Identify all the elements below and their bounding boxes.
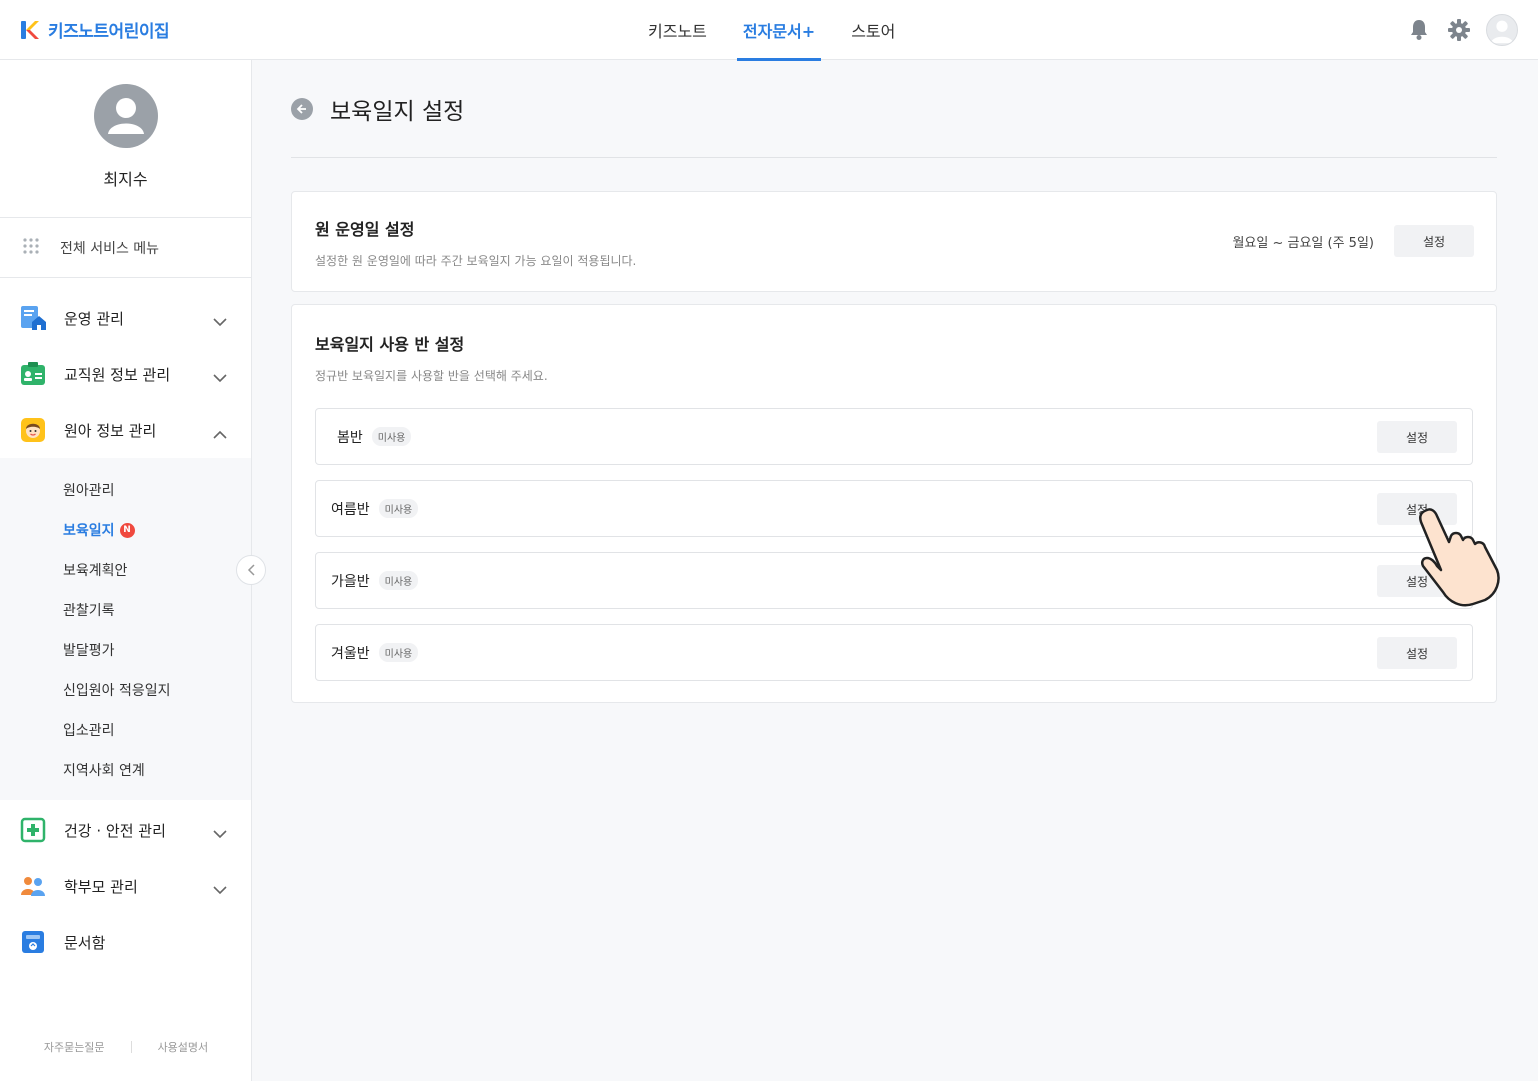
chevron-down-icon [213, 880, 227, 899]
menu-document-box[interactable]: 문서함 [0, 914, 251, 970]
submenu-child-management[interactable]: 원아관리 [0, 470, 251, 510]
grid-dots-icon [22, 237, 40, 259]
class-setting-button[interactable]: 설정 [1377, 637, 1457, 669]
operating-days-setting: 월요일 ~ 금요일 (주 5일) 설정 [1232, 225, 1474, 257]
class-row: 봄반 미사용 설정 [315, 408, 1473, 465]
status-badge: 미사용 [371, 427, 412, 446]
faq-link[interactable]: 자주묻는질문 [44, 1039, 105, 1055]
card-title: 보육일지 사용 반 설정 [315, 335, 465, 354]
class-setting-button[interactable]: 설정 [1377, 565, 1457, 597]
class-setting-button[interactable]: 설정 [1377, 493, 1457, 525]
profile-section: 최지수 [0, 60, 251, 218]
class-row: 겨울반 미사용 설정 [315, 624, 1473, 681]
manual-link[interactable]: 사용설명서 [158, 1039, 209, 1055]
operating-days-card: 원 운영일 설정 설정한 원 운영일에 따라 주간 보육일지 가능 요일이 적용… [291, 191, 1497, 292]
submenu-development[interactable]: 발달평가 [0, 630, 251, 670]
main-content: 보육일지 설정 원 운영일 설정 설정한 원 운영일에 따라 주간 보육일지 가… [291, 60, 1497, 703]
operating-days-setting-button[interactable]: 설정 [1394, 225, 1474, 257]
class-row: 여름반 미사용 설정 [315, 480, 1473, 537]
class-name: 여름반 [331, 501, 370, 518]
class-list: 봄반 미사용 설정 여름반 미사용 설정 가을반 미사용 설정 겨울반 미사용 … [315, 408, 1473, 681]
card-description: 정규반 보육일지를 사용할 반을 선택해 주세요. [315, 369, 548, 383]
child-face-icon [20, 417, 46, 443]
chevron-down-icon [213, 368, 227, 387]
operating-days-value: 월요일 ~ 금요일 (주 5일) [1232, 235, 1374, 251]
class-setting-button[interactable]: 설정 [1377, 421, 1457, 453]
status-badge: 미사용 [378, 499, 419, 518]
document-home-icon [20, 305, 46, 331]
menu-label: 학부모 관리 [64, 877, 138, 896]
chevron-down-icon [213, 824, 227, 843]
status-badge: 미사용 [378, 643, 419, 662]
submenu-community[interactable]: 지역사회 연계 [0, 750, 251, 790]
profile-name: 최지수 [103, 170, 148, 189]
header-icons [1406, 14, 1518, 46]
profile-avatar [93, 84, 158, 148]
class-name: 봄반 [337, 429, 363, 446]
submenu-observation[interactable]: 관찰기록 [0, 590, 251, 630]
footer-divider [130, 1041, 132, 1053]
menu-parents[interactable]: 학부모 관리 [0, 858, 251, 914]
back-arrow-icon[interactable] [291, 97, 313, 120]
menu-label: 교직원 정보 관리 [64, 365, 171, 384]
sidebar-menu-bottom: 건강 · 안전 관리 학부모 관리 문서함 [0, 800, 251, 970]
menu-child-info[interactable]: 원아 정보 관리 [0, 402, 251, 458]
class-name: 가을반 [331, 573, 370, 590]
id-card-icon [20, 361, 46, 387]
class-setting-card: 보육일지 사용 반 설정 정규반 보육일지를 사용할 반을 선택해 주세요. 봄… [291, 304, 1497, 703]
sidebar-footer: 자주묻는질문 사용설명서 [0, 1039, 252, 1055]
logo-text: 키즈노트어린이집 [48, 22, 170, 42]
logo[interactable]: 키즈노트어린이집 [20, 17, 170, 42]
nav-store[interactable]: 스토어 [833, 0, 913, 60]
child-info-submenu: 원아관리 보육일지 N 보육계획안 관찰기록 발달평가 신입원아 적응일지 입소… [0, 458, 251, 800]
menu-label: 원아 정보 관리 [64, 421, 157, 440]
document-box-icon [20, 929, 46, 955]
all-services-label: 전체 서비스 메뉴 [60, 240, 160, 257]
new-badge: N [119, 522, 135, 538]
menu-health-safety[interactable]: 건강 · 안전 관리 [0, 802, 251, 858]
page-title: 보육일지 설정 [330, 98, 465, 125]
menu-label: 문서함 [64, 933, 106, 952]
menu-operation[interactable]: 운영 관리 [0, 290, 251, 346]
user-avatar[interactable] [1486, 14, 1518, 46]
chevron-up-icon [213, 424, 227, 443]
submenu-adaptation[interactable]: 신입원아 적응일지 [0, 670, 251, 710]
menu-staff-info[interactable]: 교직원 정보 관리 [0, 346, 251, 402]
menu-label: 건강 · 안전 관리 [64, 821, 166, 840]
top-header: 키즈노트어린이집 키즈노트 전자문서+ 스토어 [0, 0, 1538, 61]
parents-icon [20, 873, 46, 899]
top-nav: 키즈노트 전자문서+ 스토어 [630, 0, 913, 61]
class-row: 가을반 미사용 설정 [315, 552, 1473, 609]
nav-kidsnote[interactable]: 키즈노트 [630, 0, 725, 60]
status-badge: 미사용 [378, 571, 419, 590]
sidebar: 최지수 전체 서비스 메뉴 운영 관리 교직원 정보 관리 원아 정보 관리 원… [0, 60, 252, 1081]
submenu-admission[interactable]: 입소관리 [0, 710, 251, 750]
page-header: 보육일지 설정 [291, 60, 1497, 158]
gear-icon[interactable] [1446, 17, 1472, 43]
class-name: 겨울반 [331, 645, 370, 662]
all-services-menu[interactable]: 전체 서비스 메뉴 [0, 218, 251, 278]
health-cross-icon [20, 817, 46, 843]
nav-e-document[interactable]: 전자문서+ [725, 0, 833, 61]
submenu-label: 보육일지 [63, 523, 115, 539]
submenu-care-plan[interactable]: 보육계획안 [0, 550, 251, 590]
chevron-down-icon [213, 312, 227, 331]
menu-label: 운영 관리 [64, 309, 124, 328]
bell-icon[interactable] [1406, 17, 1432, 43]
sidebar-menu: 운영 관리 교직원 정보 관리 원아 정보 관리 [0, 278, 251, 458]
chevron-left-icon [247, 561, 255, 580]
kidsnote-logo-icon [20, 19, 40, 41]
sidebar-collapse-button[interactable] [236, 555, 266, 585]
submenu-care-journal[interactable]: 보육일지 N [0, 510, 251, 550]
